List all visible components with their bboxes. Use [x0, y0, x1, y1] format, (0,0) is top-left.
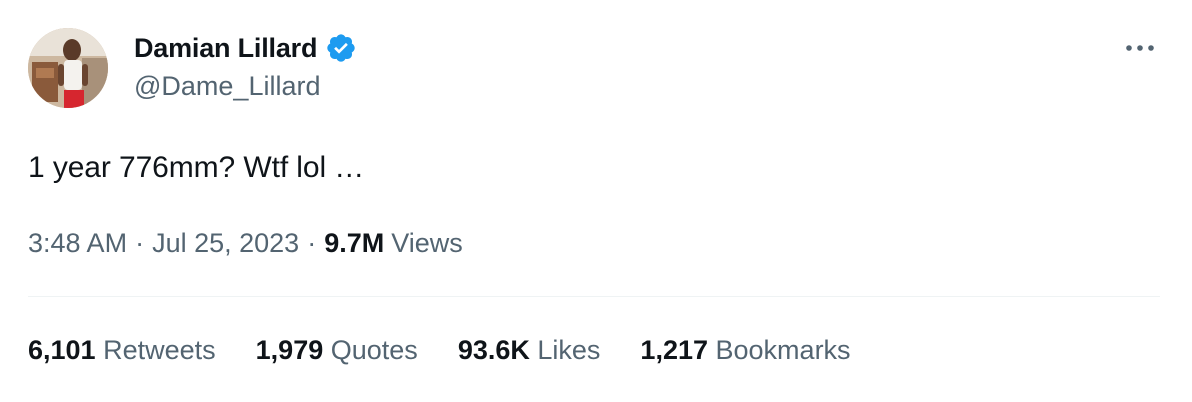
likes-label: Likes	[537, 335, 601, 365]
meta-separator: ·	[135, 228, 145, 258]
tweet-text: 1 year 776mm? Wtf lol …	[28, 151, 365, 184]
avatar-image	[28, 28, 108, 108]
tweet-date[interactable]: Jul 25, 2023	[152, 228, 299, 259]
tweet: Damian Lillard @Dame_Lillard 1 year 776m…	[0, 0, 1192, 402]
retweets-stat[interactable]: 6,101 Retweets	[28, 335, 216, 366]
divider	[28, 296, 1160, 297]
meta-separator-2: ·	[307, 228, 317, 258]
engagement-stats: 6,101 Retweets 1,979 Quotes 93.6K Likes …	[28, 335, 851, 366]
tweet-time[interactable]: 3:48 AM	[28, 228, 127, 259]
bookmarks-label: Bookmarks	[715, 335, 851, 365]
author-display-name[interactable]: Damian Lillard	[134, 33, 317, 64]
author-handle[interactable]: @Dame_Lillard	[134, 71, 320, 102]
views-count[interactable]: 9.7M	[324, 228, 384, 259]
quotes-count: 1,979	[255, 335, 324, 365]
more-horizontal-icon[interactable]	[1120, 30, 1160, 66]
quotes-label: Quotes	[330, 335, 418, 365]
retweets-label: Retweets	[103, 335, 216, 365]
likes-count: 93.6K	[457, 335, 530, 365]
bookmarks-count: 1,217	[640, 335, 708, 365]
verified-badge-icon[interactable]	[325, 32, 357, 64]
avatar[interactable]	[28, 28, 108, 108]
author-name-row: Damian Lillard	[134, 30, 357, 66]
quotes-stat[interactable]: 1,979 Quotes	[256, 335, 418, 366]
retweets-count: 6,101	[28, 335, 96, 365]
bookmarks-stat[interactable]: 1,217 Bookmarks	[640, 335, 850, 366]
views-label[interactable]: Views	[391, 228, 463, 259]
likes-stat[interactable]: 93.6K Likes	[458, 335, 601, 366]
tweet-meta: 3:48 AM · Jul 25, 2023 · 9.7M Views	[28, 228, 463, 259]
